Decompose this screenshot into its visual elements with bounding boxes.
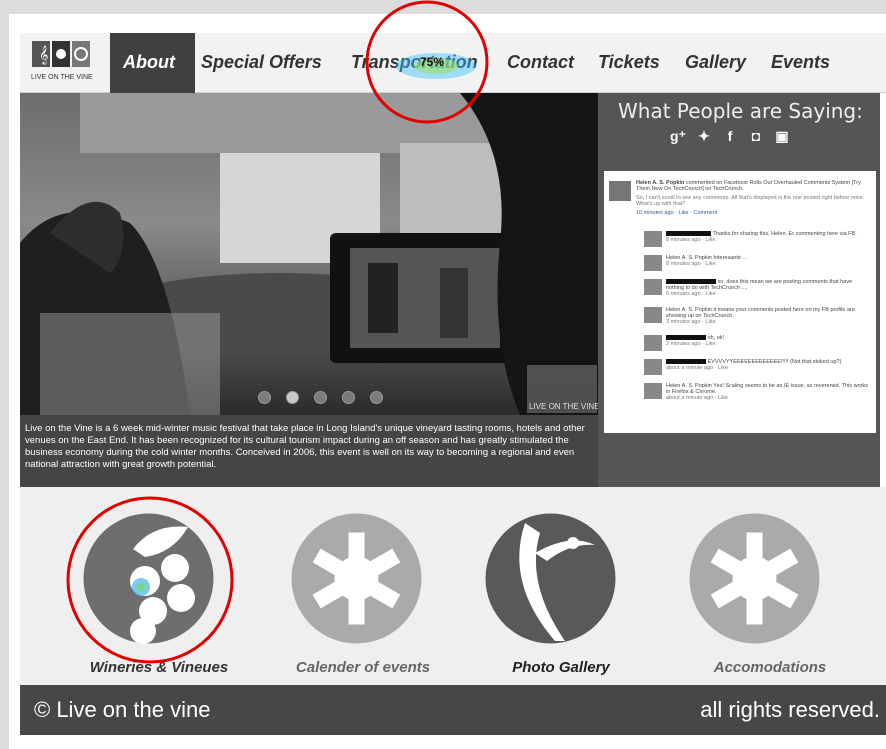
nav-gallery[interactable]: Gallery: [685, 52, 746, 73]
comment-reply: oh, ok! 2 minutes ago · Like: [644, 335, 872, 353]
nav-special-offers[interactable]: Special Offers: [201, 52, 322, 73]
grapes-icon: [83, 513, 214, 644]
comment-reply: Helen A. S. Popkin Interesante ... 8 minu…: [644, 255, 872, 273]
site-logo[interactable]: 𝄞 LIVE ON THE VINE: [28, 38, 112, 90]
google-plus-icon[interactable]: g⁺: [670, 128, 686, 144]
tile-calendar-label: Calender of events: [295, 659, 431, 676]
hero-badge-text: LIVE ON THE VINE: [529, 402, 598, 411]
tile-calendar[interactable]: Calender of events: [284, 513, 434, 676]
comment-reply: so, does this mean we are posting commen…: [644, 279, 872, 297]
post-quote: So, I can't scroll to see any comments. …: [636, 195, 865, 207]
nav-events[interactable]: Events: [771, 52, 830, 73]
reply-meta[interactable]: about a minute ago · Like: [666, 365, 728, 371]
hero-slideshow[interactable]: LIVE ON THE VINE: [20, 93, 598, 415]
reply-text: Thanks for sharing this, Helen. Er comme…: [712, 231, 857, 237]
slide-dot-1[interactable]: [258, 391, 271, 404]
youtube-icon[interactable]: ▣: [774, 128, 790, 144]
reply-avatar: [644, 231, 662, 247]
reply-text: Helen A. S. Popkin it means your comment…: [666, 307, 855, 319]
logo-text: LIVE ON THE VINE: [31, 74, 93, 81]
tile-wineries[interactable]: Wineries & Vineues: [76, 513, 228, 676]
reply-meta[interactable]: 2 minutes ago · Like: [666, 341, 716, 347]
sidebar-title: What People are Saying:: [618, 99, 863, 123]
reply-text: Helen A. S. Popkin Yes! Scaling seems to…: [666, 383, 868, 395]
snowflake-icon: [291, 513, 422, 644]
nav-transportation[interactable]: Transportation: [351, 52, 478, 73]
tile-accommodations[interactable]: Accomodations: [682, 513, 832, 676]
facebook-comments-widget[interactable]: Helen A. S. Popkin commented on Facebook…: [604, 171, 876, 433]
tile-photo-gallery[interactable]: Photo Gallery: [478, 513, 628, 676]
slide-dot-4[interactable]: [342, 391, 355, 404]
comment-reply: Helen A. S. Popkin Yes! Scaling seems to…: [644, 383, 872, 401]
feature-tiles: Wineries & Vineues Calender of events Ph…: [20, 487, 886, 685]
dancer-icon: [485, 513, 616, 644]
footer-rights: all rights reserved.: [700, 697, 880, 722]
nav-contact[interactable]: Contact: [507, 52, 574, 73]
tile-wineries-label: Wineries & Vineues: [89, 659, 229, 676]
slide-dot-2[interactable]: [286, 391, 299, 404]
post-meta[interactable]: 10 minutes ago · Like · Comment: [636, 210, 871, 216]
comment-reply: EVVVVYYEEEEEEEEEEEEE!!!!! (Not that stok…: [644, 359, 872, 377]
reply-avatar: [644, 383, 662, 399]
reply-avatar: [644, 279, 662, 295]
slide-dot-3[interactable]: [314, 391, 327, 404]
reply-avatar: [644, 307, 662, 323]
reply-meta[interactable]: about a minute ago · Like: [666, 395, 728, 401]
social-links: g⁺ ✦ f ◘ ▣: [670, 128, 790, 144]
reply-meta[interactable]: 5 minutes ago · Like: [666, 291, 716, 297]
footer-copyright: © Live on the vine: [34, 697, 211, 722]
nav-about[interactable]: About: [110, 33, 195, 93]
reply-avatar: [644, 255, 662, 271]
hero-logo-badge: LIVE ON THE VINE: [527, 365, 598, 413]
top-navigation: 𝄞 LIVE ON THE VINE About Special Offers …: [20, 33, 886, 93]
facebook-icon[interactable]: f: [722, 128, 738, 144]
hero-caption: Live on the Vine is a 6 week mid-winter …: [20, 415, 598, 487]
reply-meta[interactable]: 8 minutes ago · Like: [666, 261, 716, 267]
nav-tickets[interactable]: Tickets: [598, 52, 660, 73]
reply-meta[interactable]: 3 minutes ago · Like: [666, 319, 716, 325]
instagram-icon[interactable]: ◘: [748, 128, 764, 144]
snowflake-icon: [689, 513, 820, 644]
post-header: Helen A. S. Popkin commented on Facebook…: [636, 180, 871, 216]
reply-avatar: [644, 335, 662, 351]
svg-text:𝄞: 𝄞: [39, 45, 48, 65]
heatmap-percentage: 75%: [420, 55, 445, 69]
slide-dot-5[interactable]: [370, 391, 383, 404]
twitter-icon[interactable]: ✦: [696, 128, 712, 144]
reply-avatar: [644, 359, 662, 375]
footer: © Live on the vine all rights reserved.: [20, 685, 886, 735]
testimonials-sidebar: What People are Saying: g⁺ ✦ f ◘ ▣ Helen…: [598, 93, 880, 487]
comment-reply: Thanks for sharing this, Helen. Er comme…: [644, 231, 872, 249]
tile-photo-gallery-label: Photo Gallery: [512, 659, 610, 676]
comment-reply: Helen A. S. Popkin it means your comment…: [644, 307, 872, 325]
tile-accommodations-label: Accomodations: [713, 659, 827, 676]
commenter-avatar: [609, 181, 631, 201]
reply-meta[interactable]: 8 minutes ago · Like: [666, 237, 716, 243]
hero-photo: [20, 93, 598, 415]
